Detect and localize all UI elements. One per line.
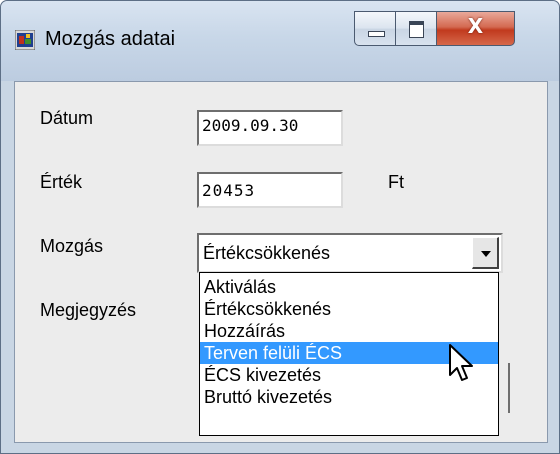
dropdown-option[interactable]: Értékcsökkenés bbox=[200, 298, 498, 320]
dropdown-option[interactable]: Aktiválás bbox=[200, 276, 498, 298]
title-bar[interactable]: Mozgás adatai X bbox=[1, 1, 559, 81]
dropdown-button[interactable] bbox=[472, 237, 499, 269]
dropdown-option[interactable]: Bruttó kivezetés bbox=[200, 386, 498, 408]
date-value: 2009.09.30 bbox=[202, 116, 299, 135]
value-field[interactable]: 20453 bbox=[197, 172, 343, 208]
close-button[interactable]: X bbox=[437, 11, 515, 46]
dropdown-option[interactable]: Hozzáírás bbox=[200, 320, 498, 342]
movement-label: Mozgás bbox=[40, 236, 104, 256]
date-field[interactable]: 2009.09.30 bbox=[197, 110, 343, 146]
minimize-icon bbox=[368, 31, 385, 37]
currency-label: Ft bbox=[388, 172, 404, 192]
movement-select[interactable]: Értékcsökkenés bbox=[197, 233, 503, 273]
mouse-pointer-icon bbox=[449, 344, 473, 381]
date-label: Dátum bbox=[40, 108, 94, 128]
maximize-icon bbox=[409, 21, 424, 38]
window-title: Mozgás adatai bbox=[45, 28, 176, 50]
note-label: Megjegyzés bbox=[40, 300, 137, 320]
minimize-button[interactable] bbox=[354, 11, 396, 46]
chevron-down-icon bbox=[481, 251, 491, 257]
value-label: Érték bbox=[40, 172, 83, 192]
maximize-button[interactable] bbox=[396, 11, 437, 46]
close-icon: X bbox=[467, 14, 484, 38]
movement-selected-value: Értékcsökkenés bbox=[203, 243, 331, 263]
value-amount: 20453 bbox=[202, 181, 256, 200]
app-icon bbox=[15, 30, 35, 50]
note-field-edge[interactable] bbox=[508, 363, 510, 413]
